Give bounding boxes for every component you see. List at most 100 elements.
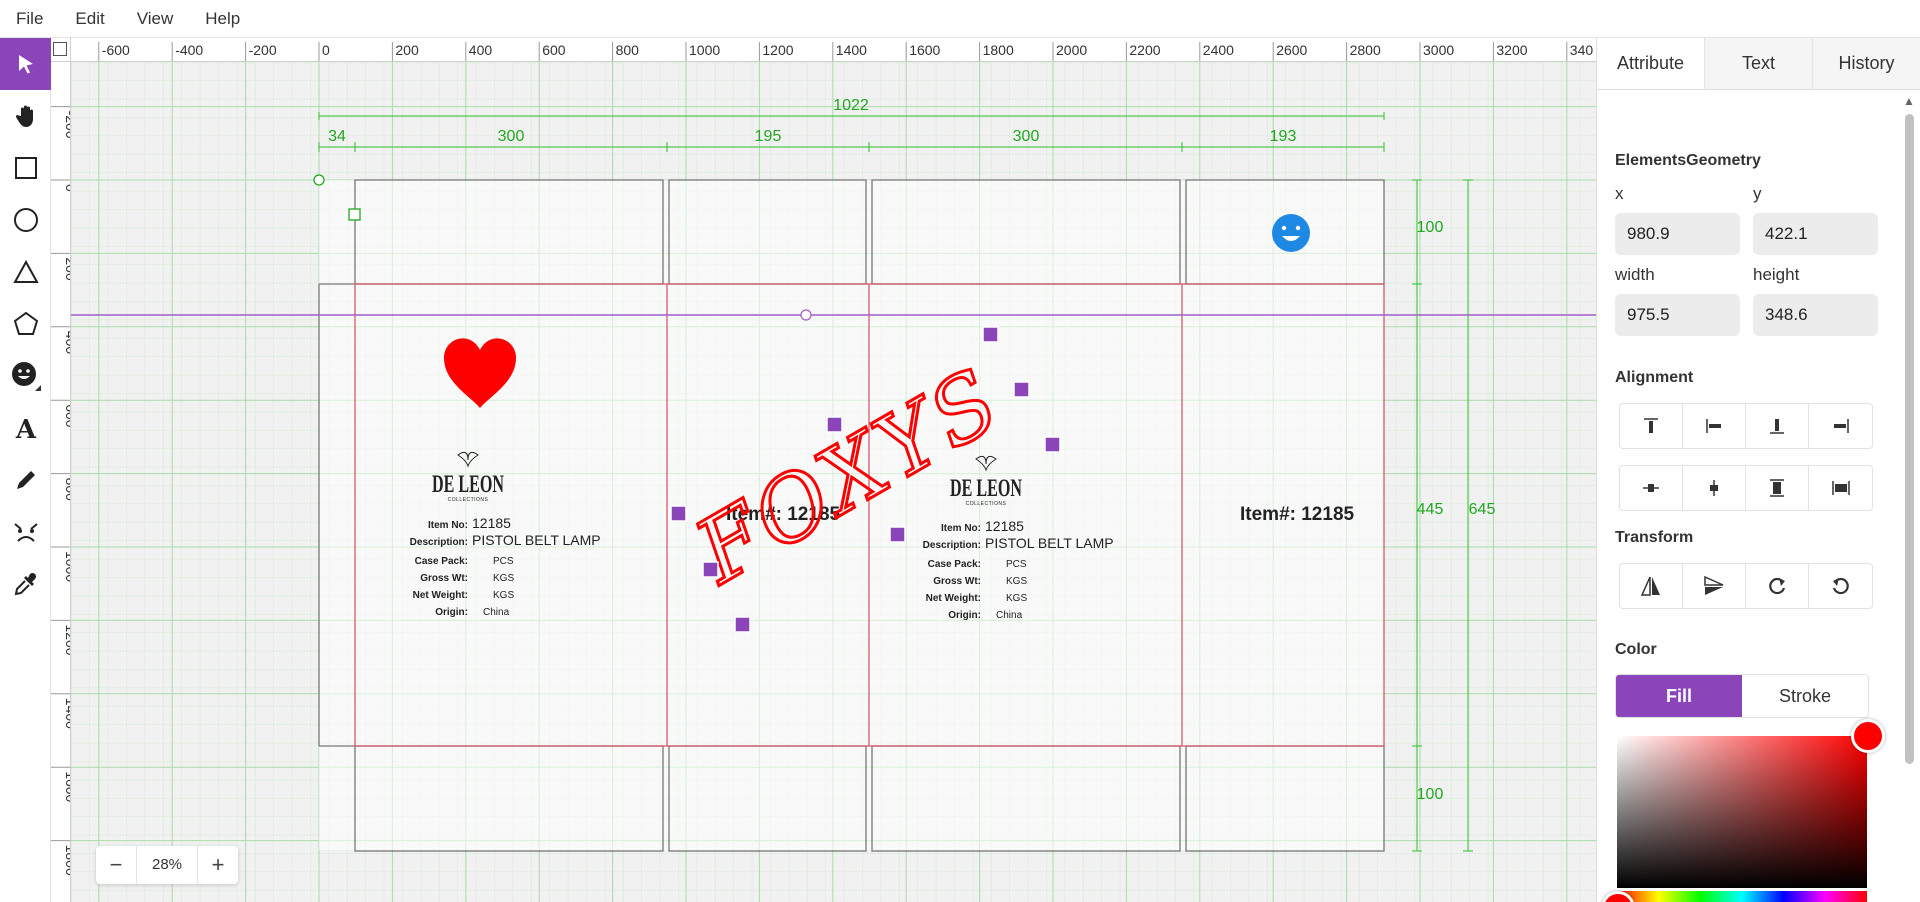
ruler-top-label: 2800 — [1350, 42, 1381, 58]
hand-icon — [15, 105, 33, 127]
transform-row — [1619, 563, 1873, 609]
ruler-top-label: -400 — [175, 42, 203, 58]
face-tool-button[interactable] — [0, 506, 51, 558]
dim-seg-3: 195 — [755, 128, 782, 145]
ruler-left-label: -200 — [63, 111, 71, 139]
menu-help[interactable]: Help — [189, 0, 256, 38]
ruler-top-label: 2200 — [1129, 42, 1160, 58]
ellipse-tool-button[interactable] — [0, 194, 51, 246]
spec-value-r5: China — [996, 610, 1023, 621]
align-bottom-button[interactable] — [1746, 404, 1809, 448]
spec-label-r0: Item No: — [941, 523, 981, 534]
spec-value-5: China — [483, 607, 510, 618]
rotate-handle[interactable] — [313, 174, 325, 186]
flip-vertical-button[interactable] — [1683, 564, 1746, 608]
polygon-tool-button[interactable] — [0, 298, 51, 350]
alignment-row-1 — [1619, 403, 1873, 449]
align-vcenter-button[interactable] — [1620, 466, 1683, 510]
line-tool-button[interactable] — [0, 454, 51, 506]
align-top-icon — [1644, 418, 1658, 433]
tab-history[interactable]: History — [1813, 38, 1920, 89]
horizontal-ruler[interactable]: -600 -400 -200 0 200 400 600 800 1000 1200 1400 160… — [51, 38, 1596, 62]
circle-icon — [13, 208, 38, 232]
rotate-clockwise-icon — [1769, 577, 1786, 595]
distribute-horizontal-button[interactable] — [1809, 466, 1872, 510]
spec-value-r1: PISTOL BELT LAMP — [985, 535, 1114, 551]
tab-text[interactable]: Text — [1705, 38, 1813, 89]
distribute-vertical-button[interactable] — [1746, 466, 1809, 510]
zoom-control: − 28% + — [96, 846, 238, 884]
y-field[interactable]: 422.1 — [1753, 213, 1878, 255]
ruler-top-label: 3000 — [1423, 42, 1454, 58]
color-title: Color — [1615, 641, 1657, 658]
drawing-canvas[interactable]: 1022 34 300 195 300 193 100 445 100 645 — [71, 62, 1596, 902]
dim-height-top: 100 — [1417, 219, 1444, 236]
align-top-button[interactable] — [1620, 404, 1683, 448]
spec-label-5: Origin: — [435, 607, 468, 618]
dim-height-bottom: 100 — [1417, 786, 1444, 803]
stroke-button[interactable]: Stroke — [1742, 675, 1868, 717]
arrow-pointer-icon — [18, 55, 33, 74]
menu-edit[interactable]: Edit — [59, 0, 120, 38]
spec-label-r4: Net Weight: — [926, 593, 981, 604]
triangle-tool-button[interactable] — [0, 246, 51, 298]
spec-value-r4: KGS — [1006, 593, 1027, 604]
logo-text-right: DE LEON — [950, 475, 1022, 502]
logo-sub-left: COLLECTIONS — [448, 497, 489, 503]
align-right-button[interactable] — [1809, 404, 1872, 448]
align-hcenter-button[interactable] — [1683, 466, 1746, 510]
ruler-left-label: 1000 — [63, 551, 71, 582]
corner-handle[interactable] — [348, 208, 361, 221]
emoji-tool-button[interactable] — [0, 350, 51, 402]
zoom-out-button[interactable]: − — [96, 846, 136, 884]
logo-text-left: DE LEON — [432, 471, 504, 498]
ruler-top-label: 2600 — [1276, 42, 1307, 58]
color-mode-toggle: Fill Stroke — [1615, 674, 1869, 718]
x-field[interactable]: 980.9 — [1615, 213, 1740, 255]
ruler-top-label: 1800 — [983, 42, 1014, 58]
text-tool-button[interactable]: A — [0, 402, 51, 454]
pan-tool-button[interactable] — [0, 90, 51, 142]
saturation-handle[interactable] — [1851, 719, 1885, 753]
eyedropper-tool-button[interactable] — [0, 558, 51, 610]
fill-button[interactable]: Fill — [1616, 675, 1742, 717]
scrollbar-thumb[interactable] — [1905, 114, 1914, 764]
rotate-counterclockwise-button[interactable] — [1809, 564, 1872, 608]
y-label: y — [1753, 184, 1762, 203]
select-tool-button[interactable] — [0, 38, 51, 90]
ruler-top-label: 600 — [542, 42, 566, 58]
smiley-icon — [11, 362, 41, 391]
tab-attribute[interactable]: Attribute — [1597, 38, 1705, 89]
menu-file[interactable]: File — [0, 0, 59, 38]
flip-vertical-icon — [1704, 575, 1724, 595]
saturation-picker[interactable] — [1617, 736, 1867, 888]
smiley-emoji[interactable] — [1272, 214, 1310, 252]
spec-value-1: PISTOL BELT LAMP — [472, 532, 601, 548]
align-bottom-icon — [1770, 419, 1784, 434]
scroll-up-arrow-icon[interactable]: ▲ — [1903, 94, 1915, 108]
eyedropper-icon — [14, 572, 36, 596]
vertical-ruler[interactable]: -200 0 200 400 600 800 1000 1200 1400 1600 1800 — [51, 62, 71, 902]
ruler-top-label: 2400 — [1203, 42, 1234, 58]
align-left-button[interactable] — [1683, 404, 1746, 448]
alignment-row-2 — [1619, 465, 1873, 511]
panel-scrollbar[interactable]: ▲ ▼ — [1899, 90, 1919, 902]
spec-value-r2: PCS — [1006, 559, 1027, 570]
transform-title: Transform — [1615, 529, 1694, 546]
guide-handle[interactable] — [800, 309, 812, 321]
alignment-title: Alignment — [1615, 369, 1694, 386]
height-field[interactable]: 348.6 — [1753, 294, 1878, 336]
item-label-right[interactable]: Item#: 12185 — [1240, 504, 1355, 525]
rotate-clockwise-button[interactable] — [1746, 564, 1809, 608]
ruler-left-label: 800 — [63, 478, 71, 502]
zoom-in-button[interactable]: + — [198, 846, 238, 884]
width-field[interactable]: 975.5 — [1615, 294, 1740, 336]
flip-horizontal-button[interactable] — [1620, 564, 1683, 608]
rectangle-tool-button[interactable] — [0, 142, 51, 194]
hue-slider[interactable] — [1617, 891, 1867, 902]
ruler-left-label: 1200 — [63, 624, 71, 655]
spec-label-r5: Origin: — [948, 610, 981, 621]
menu-view[interactable]: View — [121, 0, 190, 38]
align-vcenter-icon — [1643, 484, 1659, 492]
geometry-title: ElementsGeometry — [1615, 152, 1761, 169]
